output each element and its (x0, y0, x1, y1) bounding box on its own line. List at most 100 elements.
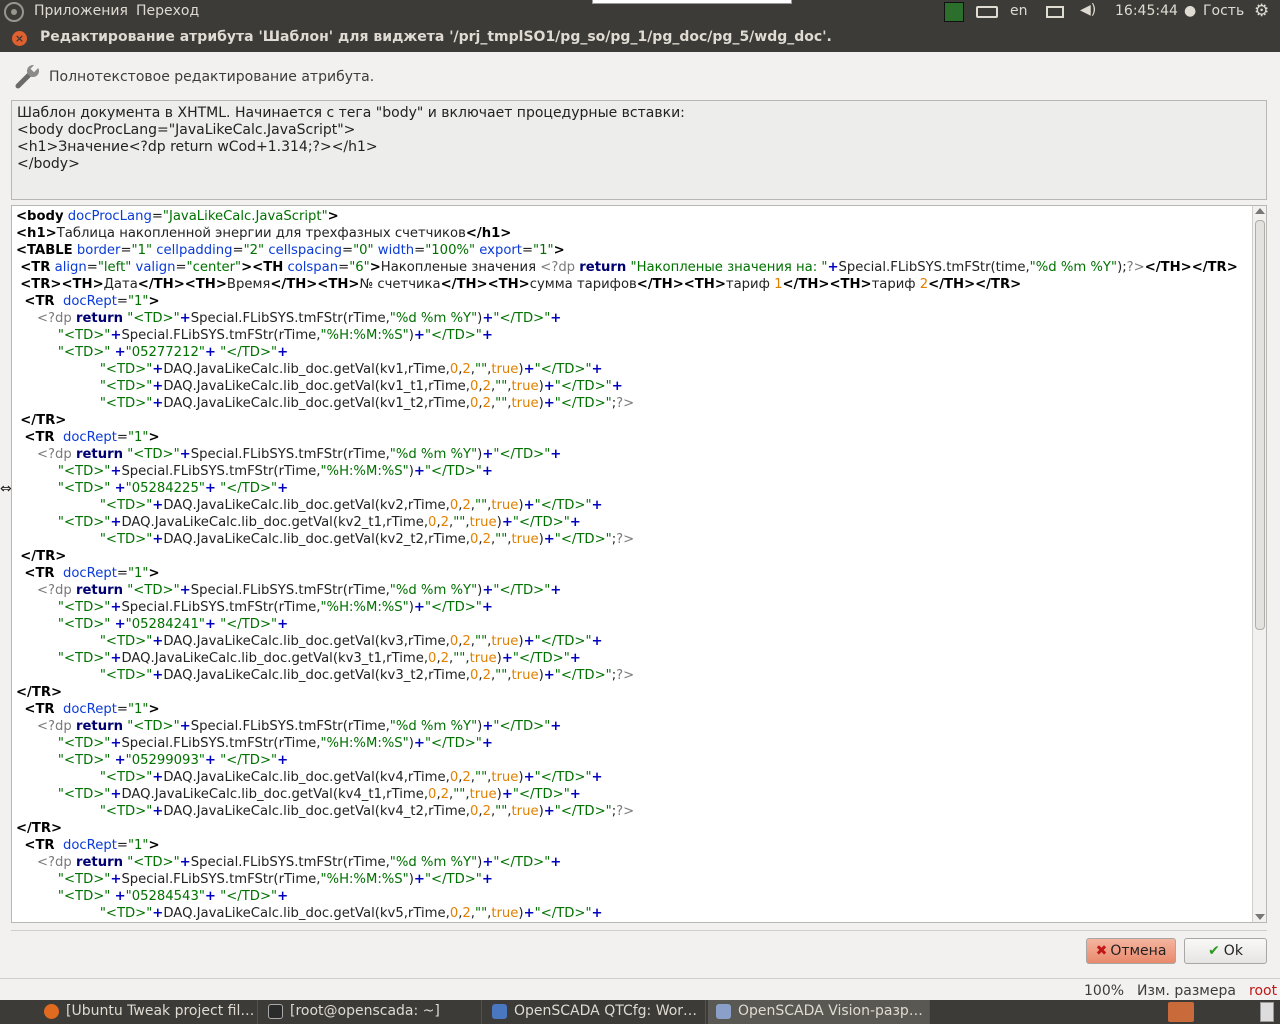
code-line[interactable]: "<TD>"+DAQ.JavaLikeCalc.lib_doc.getVal(k… (16, 667, 1252, 684)
show-desktop-icon[interactable] (1260, 1002, 1274, 1022)
ok-label: Ok (1223, 943, 1243, 959)
panel-window-thumb (592, 0, 792, 4)
code-line[interactable]: "<TD>"+DAQ.JavaLikeCalc.lib_doc.getVal(k… (16, 905, 1252, 922)
code-line[interactable]: <TABLE border="1" cellpadding="2" cellsp… (16, 242, 1252, 259)
code-line[interactable]: "<TD>"+DAQ.JavaLikeCalc.lib_doc.getVal(k… (16, 497, 1252, 514)
code-line[interactable]: "<TD>" +"05277212"+ "</TD>"+ (16, 344, 1252, 361)
scroll-up-icon[interactable] (1255, 208, 1265, 214)
keyboard-layout[interactable]: en (1010, 3, 1028, 19)
resize-cursor-icon: ⇔ (0, 481, 12, 497)
tray-wrench-icon[interactable] (1168, 1002, 1194, 1022)
task-item[interactable]: OpenSCADA QTCfg: Wor… (484, 1000, 706, 1024)
code-line[interactable]: </TR> (16, 412, 1252, 429)
task-item-active[interactable]: OpenSCADA Vision-разр… (708, 1000, 930, 1024)
code-line[interactable]: "<TD>"+DAQ.JavaLikeCalc.lib_doc.getVal(k… (16, 514, 1252, 531)
dialog-header: Полнотекстовое редактирование атрибута. (0, 52, 1280, 98)
code-line[interactable]: <TR docRept="1"> (16, 837, 1252, 854)
mail-icon[interactable] (1046, 6, 1064, 18)
go-menu[interactable]: Переход (136, 3, 199, 19)
vc-applet-icon[interactable] (944, 2, 964, 22)
code-line[interactable]: <?dp return "<TD>"+Special.FLibSYS.tmFSt… (16, 446, 1252, 463)
code-line[interactable]: "<TD>" +"05299093"+ "</TD>"+ (16, 752, 1252, 769)
code-line[interactable]: <h1>Таблица накопленной энергии для трех… (16, 225, 1252, 242)
applications-menu[interactable]: Приложения (34, 3, 128, 19)
code-line[interactable]: "<TD>" +"05284543"+ "</TD>"+ (16, 888, 1252, 905)
task-item[interactable]: [Ubuntu Tweak project fil… (36, 1000, 258, 1024)
user-icon[interactable]: ● (1184, 3, 1196, 19)
description-line: <h1>Значение<?dp return wCod+1.314;?></h… (17, 139, 378, 155)
wrench-icon (15, 63, 39, 89)
code-text[interactable]: <body docProcLang="JavaLikeCalc.JavaScri… (16, 208, 1252, 922)
code-line[interactable]: <?dp return "<TD>"+Special.FLibSYS.tmFSt… (16, 582, 1252, 599)
code-line[interactable]: "<TD>"+Special.FLibSYS.tmFStr(rTime,"%H:… (16, 327, 1252, 344)
ok-button[interactable]: ✔ Ok (1184, 938, 1267, 964)
cancel-button[interactable]: ✖ Отмена (1086, 938, 1176, 964)
code-line[interactable]: "<TD>"+DAQ.JavaLikeCalc.lib_doc.getVal(k… (16, 803, 1252, 820)
code-line[interactable]: "<TD>"+DAQ.JavaLikeCalc.lib_doc.getVal(k… (16, 633, 1252, 650)
code-line[interactable]: "<TD>"+DAQ.JavaLikeCalc.lib_doc.getVal(k… (16, 650, 1252, 667)
status-user[interactable]: root (1249, 983, 1277, 999)
code-line[interactable]: <TR docRept="1"> (16, 565, 1252, 582)
code-line[interactable]: <body docProcLang="JavaLikeCalc.JavaScri… (16, 208, 1252, 225)
top-panel: Приложения Переход en ◀) 16:45:44 ● Гост… (0, 0, 1280, 24)
code-line[interactable]: </TR> (16, 684, 1252, 701)
task-item[interactable]: [root@openscada: ~] (260, 1000, 482, 1024)
code-line[interactable]: </TR> (16, 820, 1252, 837)
status-bar: 100% Изм. размера root (0, 978, 1280, 1002)
scroll-thumb[interactable] (1255, 220, 1265, 630)
code-line[interactable]: "<TD>" +"05284241"+ "</TD>"+ (16, 616, 1252, 633)
code-line[interactable]: "<TD>"+Special.FLibSYS.tmFStr(rTime,"%H:… (16, 871, 1252, 888)
header-label: Полнотекстовое редактирование атрибута. (49, 69, 375, 85)
taskbar: [Ubuntu Tweak project fil… [root@opensca… (0, 1000, 1280, 1024)
code-line[interactable]: <TR><TH>Дата</TH><TH>Время</TH><TH>№ сче… (16, 276, 1252, 293)
cancel-icon: ✖ (1095, 943, 1108, 959)
openscada-vision-icon (716, 1004, 731, 1019)
editor-scrollbar[interactable] (1252, 206, 1266, 922)
code-line[interactable]: <TR docRept="1"> (16, 429, 1252, 446)
close-icon[interactable]: × (12, 31, 27, 46)
task-label: OpenSCADA Vision-разр… (738, 1003, 923, 1019)
code-line[interactable]: "<TD>"+Special.FLibSYS.tmFStr(rTime,"%H:… (16, 735, 1252, 752)
dialog-title: Редактирование атрибута 'Шаблон' для вид… (40, 29, 832, 45)
firefox-icon (44, 1004, 59, 1019)
task-label: OpenSCADA QTCfg: Wor… (514, 1003, 698, 1019)
description-line: Шаблон документа в XHTML. Начинается с т… (17, 105, 685, 121)
code-line[interactable]: "<TD>"+DAQ.JavaLikeCalc.lib_doc.getVal(k… (16, 531, 1252, 548)
openscada-cfg-icon (492, 1004, 507, 1019)
code-line[interactable]: "<TD>"+DAQ.JavaLikeCalc.lib_doc.getVal(k… (16, 786, 1252, 803)
keyboard-icon[interactable] (976, 6, 998, 18)
check-icon: ✔ (1208, 943, 1220, 959)
code-line[interactable]: "<TD>"+DAQ.JavaLikeCalc.lib_doc.getVal(k… (16, 769, 1252, 786)
code-line[interactable]: <?dp return "<TD>"+Special.FLibSYS.tmFSt… (16, 310, 1252, 327)
clock[interactable]: 16:45:44 (1115, 3, 1178, 19)
user-name[interactable]: Гость (1203, 3, 1244, 19)
description-line: <body docProcLang="JavaLikeCalc.JavaScri… (17, 122, 356, 138)
code-line[interactable]: "<TD>" +"05284225"+ "</TD>"+ (16, 480, 1252, 497)
task-label: [root@openscada: ~] (290, 1003, 440, 1019)
code-line[interactable]: <TR docRept="1"> (16, 293, 1252, 310)
ubuntu-logo-icon[interactable] (4, 2, 24, 22)
code-line[interactable]: "<TD>"+DAQ.JavaLikeCalc.lib_doc.getVal(k… (16, 378, 1252, 395)
task-label: [Ubuntu Tweak project fil… (66, 1003, 255, 1019)
description-line: </body> (17, 156, 80, 172)
code-editor[interactable]: <body docProcLang="JavaLikeCalc.JavaScri… (11, 205, 1267, 923)
scroll-down-icon[interactable] (1255, 914, 1265, 920)
divider (11, 930, 1267, 931)
code-line[interactable]: </TR> (16, 548, 1252, 565)
volume-icon[interactable]: ◀) (1080, 2, 1096, 18)
dialog-titlebar: × Редактирование атрибута 'Шаблон' для в… (0, 24, 1280, 52)
code-line[interactable]: "<TD>"+Special.FLibSYS.tmFStr(rTime,"%H:… (16, 599, 1252, 616)
code-line[interactable]: <TR align="left" valign="center"><TH col… (16, 259, 1252, 276)
edit-mode[interactable]: Изм. размера (1137, 983, 1236, 999)
code-line[interactable]: "<TD>"+Special.FLibSYS.tmFStr(rTime,"%H:… (16, 463, 1252, 480)
code-line[interactable]: <TR docRept="1"> (16, 701, 1252, 718)
terminal-icon (268, 1004, 283, 1019)
attribute-description: Шаблон документа в XHTML. Начинается с т… (11, 100, 1267, 200)
code-line[interactable]: <?dp return "<TD>"+Special.FLibSYS.tmFSt… (16, 854, 1252, 871)
zoom-level[interactable]: 100% (1084, 983, 1124, 999)
code-line[interactable]: <?dp return "<TD>"+Special.FLibSYS.tmFSt… (16, 718, 1252, 735)
session-gear-icon[interactable]: ⚙ (1254, 1, 1269, 21)
code-line[interactable]: "<TD>"+DAQ.JavaLikeCalc.lib_doc.getVal(k… (16, 361, 1252, 378)
code-line[interactable]: "<TD>"+DAQ.JavaLikeCalc.lib_doc.getVal(k… (16, 395, 1252, 412)
cancel-label: Отмена (1110, 943, 1167, 959)
